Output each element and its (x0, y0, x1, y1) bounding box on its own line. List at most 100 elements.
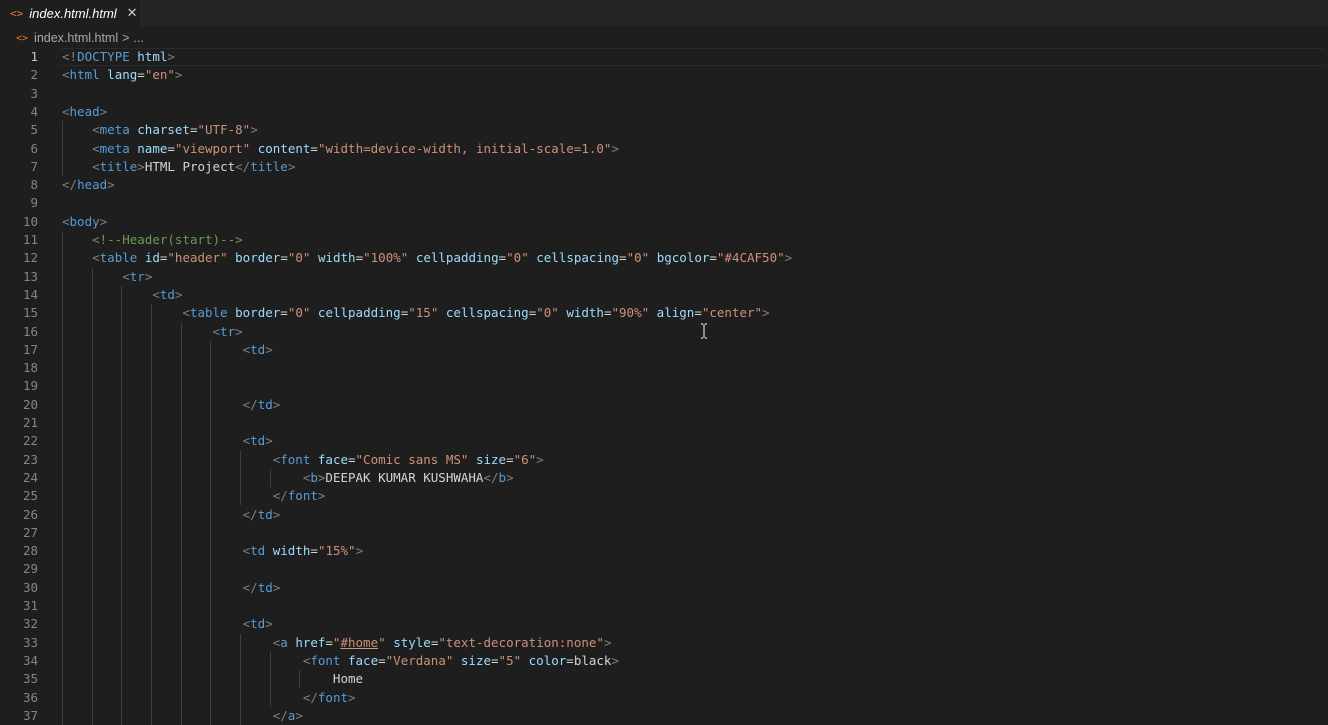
code-line[interactable]: 15 <table border="0" cellpadding="15" ce… (0, 304, 1328, 322)
code-token: > (273, 507, 281, 522)
code-token: </ (303, 690, 318, 705)
code-line[interactable]: 21 (0, 414, 1328, 432)
code-token: td (258, 507, 273, 522)
code-line[interactable]: 19 (0, 377, 1328, 395)
code-token: head (77, 177, 107, 192)
line-number: 20 (0, 396, 38, 414)
code-token: td (250, 543, 265, 558)
code-token: > (175, 287, 183, 302)
code-line[interactable]: 26 </td> (0, 506, 1328, 524)
code-token: black (574, 653, 612, 668)
code-token: < (62, 214, 70, 229)
code-line[interactable]: 7 <title>HTML Project</title> (0, 158, 1328, 176)
code-line[interactable]: 8</head> (0, 176, 1328, 194)
code-line[interactable]: 20 </td> (0, 396, 1328, 414)
code-line[interactable]: 27 (0, 524, 1328, 542)
code-token: cellspacing (536, 250, 619, 265)
line-code: <body> (62, 213, 107, 231)
html-file-icon: <> (16, 33, 28, 44)
code-line[interactable]: 24 <b>DEEPAK KUMAR KUSHWAHA</b> (0, 469, 1328, 487)
code-token (340, 653, 348, 668)
code-line[interactable]: 17 <td> (0, 341, 1328, 359)
breadcrumb-ellipsis[interactable]: ... (133, 31, 143, 45)
code-token: table (100, 250, 138, 265)
code-line[interactable]: 30 </td> (0, 579, 1328, 597)
code-line[interactable]: 35 Home (0, 670, 1328, 688)
code-line[interactable]: 18 (0, 359, 1328, 377)
code-token: > (265, 433, 273, 448)
code-line[interactable]: 5 <meta charset="UTF-8"> (0, 121, 1328, 139)
code-token: < (62, 104, 70, 119)
line-number: 32 (0, 615, 38, 633)
code-line[interactable]: 13 <tr> (0, 268, 1328, 286)
code-token: td (250, 433, 265, 448)
line-number: 1 (0, 48, 38, 66)
code-token: font (310, 653, 340, 668)
code-token: < (92, 250, 100, 265)
code-token: </ (273, 488, 288, 503)
breadcrumb-file[interactable]: index.html.html (34, 31, 118, 45)
code-token: body (70, 214, 100, 229)
line-number: 25 (0, 487, 38, 505)
line-code: <html lang="en"> (62, 66, 182, 84)
code-line[interactable]: 10 <body> (0, 213, 1328, 231)
code-line[interactable]: 11 <!--Header(start)--> (0, 231, 1328, 249)
code-token (62, 433, 243, 448)
code-token: > (145, 269, 153, 284)
code-line[interactable]: 16 <tr> (0, 323, 1328, 341)
code-token: head (70, 104, 100, 119)
code-line[interactable]: 22 <td> (0, 432, 1328, 450)
code-token: = (280, 250, 288, 265)
code-token: = (356, 250, 364, 265)
code-line[interactable]: 4<head> (0, 103, 1328, 121)
code-line[interactable]: 36 </font> (0, 689, 1328, 707)
code-token: td (160, 287, 175, 302)
close-icon[interactable]: ✕ (127, 5, 138, 21)
code-token: width (318, 250, 356, 265)
code-line[interactable]: 29 (0, 560, 1328, 578)
code-token: < (62, 67, 70, 82)
code-line[interactable]: 1 <!DOCTYPE html> (0, 48, 1328, 66)
code-line[interactable]: 12 <table id="header" border="0" width="… (0, 249, 1328, 267)
code-token: = (310, 141, 318, 156)
line-code: </td> (62, 579, 280, 597)
code-token: </ (235, 159, 250, 174)
code-token: "viewport" (175, 141, 250, 156)
code-line[interactable]: 33 <a href="#home" style="text-decoratio… (0, 634, 1328, 652)
code-token: </ (243, 580, 258, 595)
line-code: <!DOCTYPE html> (62, 48, 175, 66)
code-line[interactable]: 9 (0, 194, 1328, 212)
code-token: font (288, 488, 318, 503)
code-line[interactable]: 14 <td> (0, 286, 1328, 304)
code-token: > (265, 616, 273, 631)
code-token: "UTF-8" (198, 122, 251, 137)
code-token: style (393, 635, 431, 650)
code-token: > (175, 67, 183, 82)
code-line[interactable]: 25 </font> (0, 487, 1328, 505)
line-number: 10 (0, 213, 38, 231)
code-line[interactable]: 2<html lang="en"> (0, 66, 1328, 84)
code-token: "text-decoration:none" (438, 635, 604, 650)
code-line[interactable]: 32 <td> (0, 615, 1328, 633)
code-editor[interactable]: 1<!DOCTYPE html>2<html lang="en">34<head… (0, 48, 1328, 720)
line-number: 9 (0, 194, 38, 212)
code-line[interactable]: 34 <font face="Verdana" size="5" color=b… (0, 652, 1328, 670)
code-token: > (295, 708, 303, 723)
line-number: 23 (0, 451, 38, 469)
code-token: = (378, 653, 386, 668)
code-token: < (213, 324, 221, 339)
code-line[interactable]: 6 <meta name="viewport" content="width=d… (0, 140, 1328, 158)
code-line[interactable]: 31 (0, 597, 1328, 615)
html-file-icon: <> (10, 7, 23, 20)
code-line[interactable]: 28 <td width="15%"> (0, 542, 1328, 560)
line-number: 34 (0, 652, 38, 670)
code-line[interactable]: 3 (0, 85, 1328, 103)
code-token: = (604, 305, 612, 320)
code-token: = (499, 250, 507, 265)
code-token: "header" (167, 250, 227, 265)
code-line[interactable]: 37 </a> (0, 707, 1328, 725)
code-token: "0" (288, 305, 311, 320)
tab-index-html[interactable]: <> index.html.html ✕ (0, 0, 140, 26)
code-line[interactable]: 23 <font face="Comic sans MS" size="6"> (0, 451, 1328, 469)
code-token: > (137, 159, 145, 174)
